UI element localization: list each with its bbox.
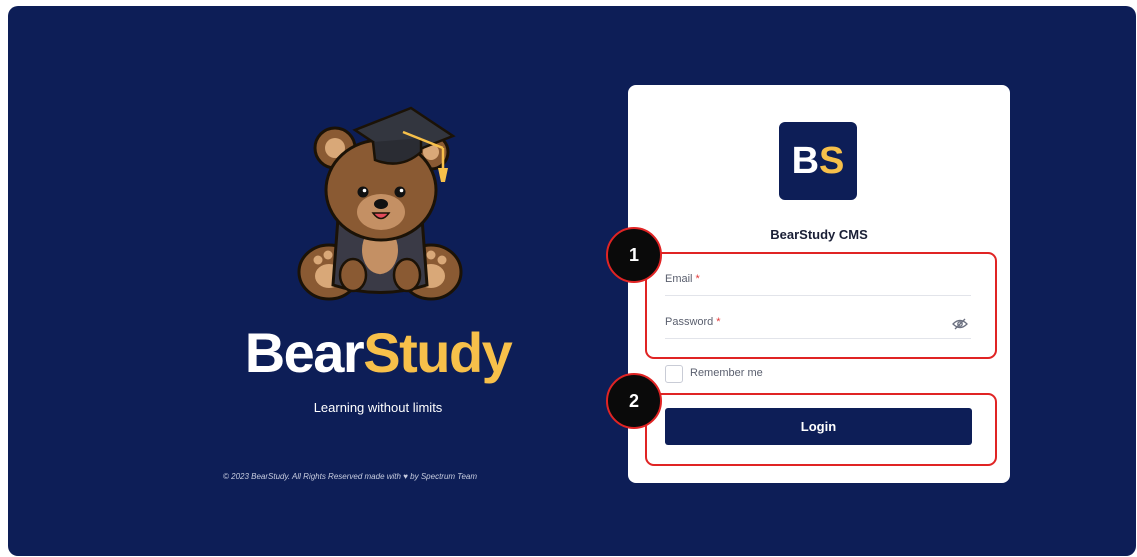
- cms-logo-letter-s: S: [819, 140, 845, 182]
- remember-me-label: Remember me: [690, 367, 763, 379]
- graduation-bear-icon: [297, 106, 463, 301]
- brand-name-study: Study: [363, 321, 513, 384]
- brand-tagline: Learning without limits: [313, 400, 443, 415]
- footer-copyright: © 2023 BearStudy. All Rights Reserved ma…: [223, 472, 478, 481]
- annotation-badge-1: 1: [606, 227, 662, 283]
- cms-logo-letter-b: B: [791, 140, 820, 182]
- annotation-badge-2: 2: [606, 373, 662, 429]
- cms-logo: BS: [779, 122, 857, 200]
- remember-me-checkbox[interactable]: [665, 365, 683, 383]
- login-card-title: BearStudy CMS: [770, 227, 868, 242]
- brand-panel: BearStudy Learning without limits: [218, 96, 538, 516]
- brand-wordmark: BearStudy: [218, 322, 538, 384]
- brand-name-bear: Bear: [244, 321, 365, 384]
- annotation-highlight-credentials: [645, 252, 997, 359]
- annotation-highlight-login: [645, 393, 997, 466]
